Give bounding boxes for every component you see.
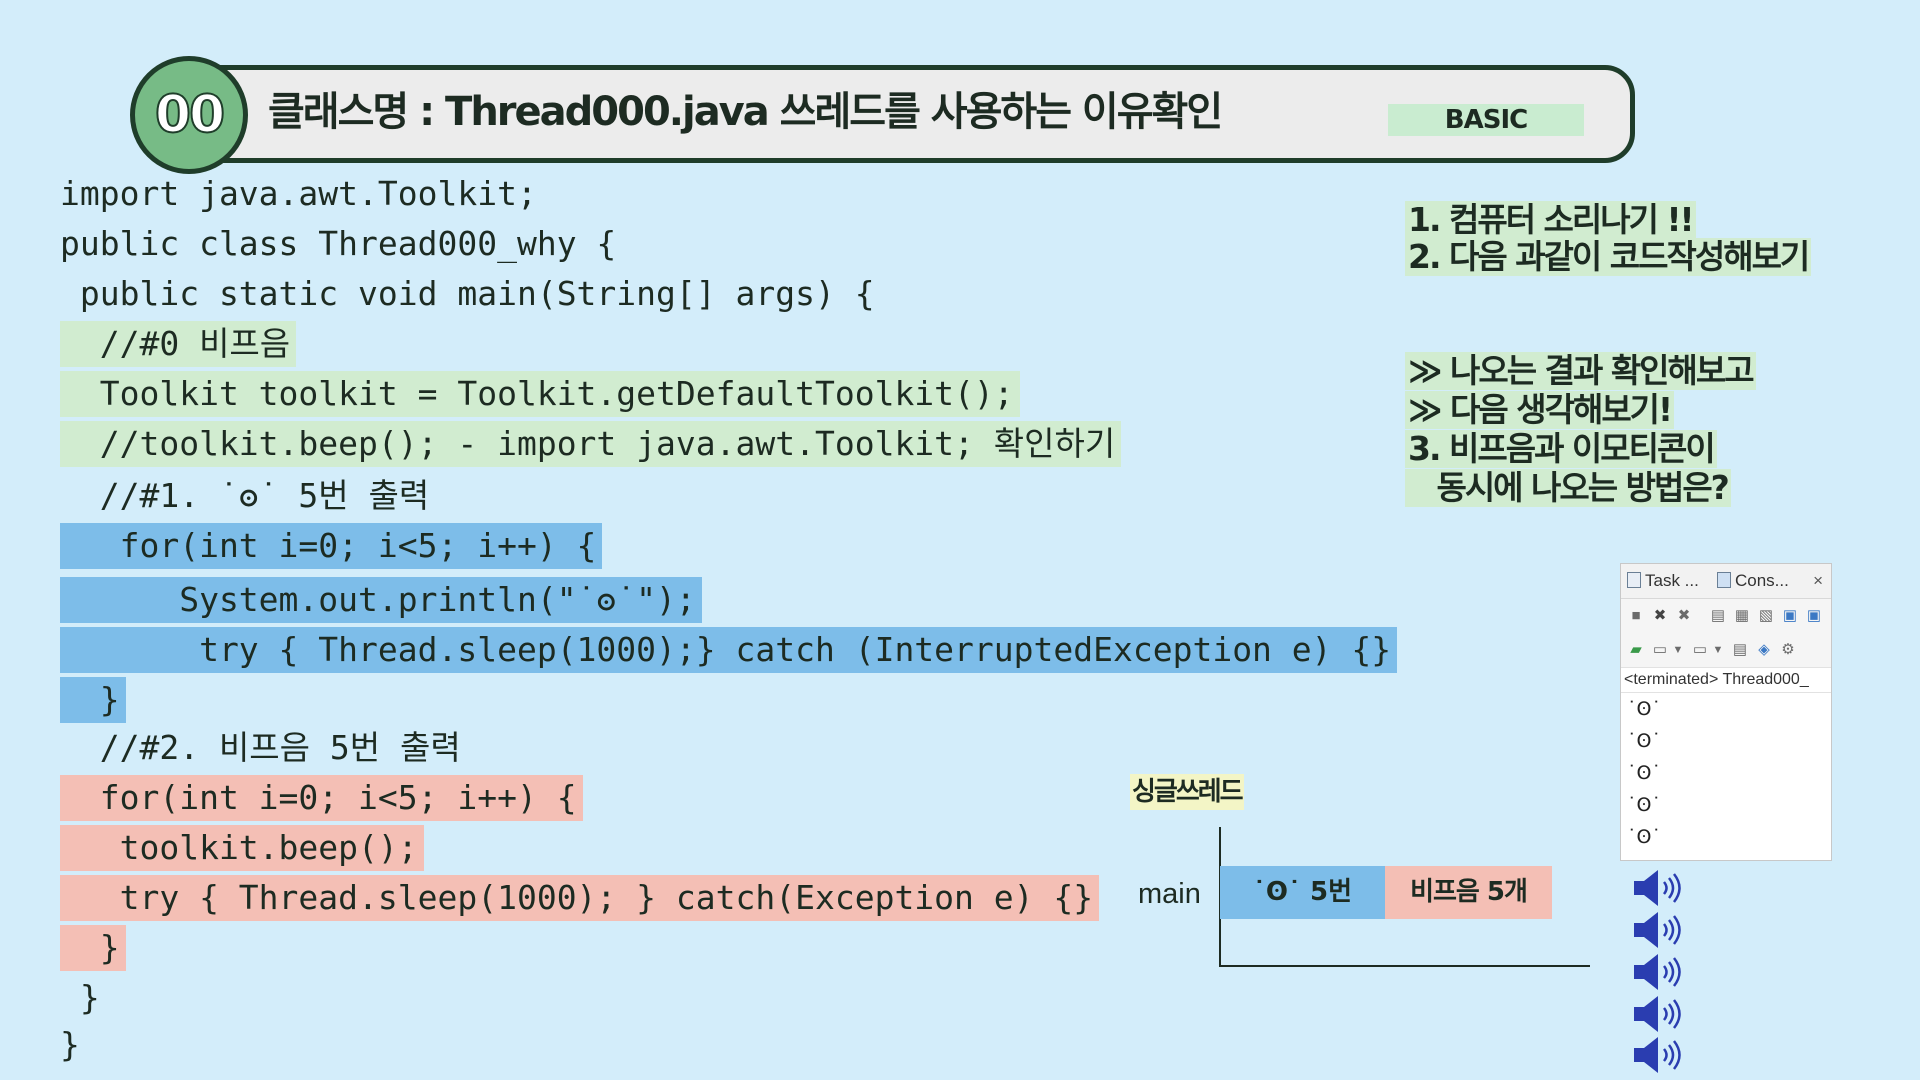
show-stderr-icon[interactable]: ◈ bbox=[1755, 641, 1773, 659]
code-line: for(int i=0; i<5; i++) { bbox=[60, 775, 583, 821]
chevron-down-icon[interactable]: ▼ bbox=[1669, 641, 1687, 659]
emoticon-segment: ˙ʘ˙ 5번 bbox=[1220, 866, 1385, 919]
task-list-icon bbox=[1627, 572, 1641, 588]
code-line: for(int i=0; i<5; i++) { bbox=[60, 523, 603, 569]
code-line: } bbox=[60, 925, 126, 971]
note-line: 동시에 나오는 방법은? bbox=[1405, 469, 1731, 507]
speaker-icon bbox=[1634, 996, 1681, 1032]
speaker-icon bbox=[1634, 1037, 1681, 1073]
code-line: public class Thread000_why { bbox=[60, 224, 617, 263]
display-selected-icon[interactable]: ▭ bbox=[1651, 641, 1669, 659]
page-title: 클래스명 : Thread000.java 쓰레드를 사용하는 이유확인 bbox=[268, 89, 1223, 135]
code-line: System.out.println("˙ʘ˙"); bbox=[60, 577, 702, 623]
code-line: Toolkit toolkit = Toolkit.getDefaultTool… bbox=[60, 371, 1020, 417]
speaker-icon bbox=[1634, 870, 1681, 906]
console-output-line: ˙ʘ˙ bbox=[1627, 826, 1661, 848]
console-toolbar: ■ ✖ ✖ ▤ ▦ ▧ ▣ ▣ bbox=[1621, 599, 1831, 633]
note-line: 2. 다음 과같이 코드작성해보기 bbox=[1405, 238, 1812, 276]
console-output-line: ˙ʘ˙ bbox=[1627, 762, 1661, 784]
code-line: } bbox=[60, 677, 126, 723]
note-line: ≫ 나오는 결과 확인해보고 bbox=[1405, 352, 1756, 390]
open-console-icon[interactable]: ▰ bbox=[1627, 641, 1645, 659]
code-line: try { Thread.sleep(1000);} catch (Interr… bbox=[60, 627, 1398, 673]
clear-console-icon[interactable]: ▤ bbox=[1709, 607, 1727, 625]
word-wrap-icon[interactable]: ▧ bbox=[1757, 607, 1775, 625]
diagram-title: 싱글쓰레드 bbox=[1130, 774, 1244, 810]
new-console-icon[interactable]: ▭ bbox=[1691, 641, 1709, 659]
code-line: public static void main(String[] args) { bbox=[60, 274, 875, 313]
speaker-icon bbox=[1634, 954, 1681, 990]
code-line: toolkit.beep(); bbox=[60, 825, 424, 871]
scroll-lock-icon[interactable]: ▦ bbox=[1733, 607, 1751, 625]
note-line: ≫ 다음 생각해보기! bbox=[1405, 391, 1675, 429]
display-console-icon[interactable]: ▣ bbox=[1805, 607, 1823, 625]
console-status: <terminated> Thread000_ bbox=[1621, 668, 1831, 693]
level-badge: BASIC bbox=[1388, 104, 1584, 136]
show-stdout-icon[interactable]: ▤ bbox=[1731, 641, 1749, 659]
timeline-baseline bbox=[1219, 965, 1590, 967]
note-line: 1. 컴퓨터 소리나기 !! bbox=[1405, 201, 1696, 239]
lesson-number-badge: 00 bbox=[130, 56, 248, 174]
console-output-line: ˙ʘ˙ bbox=[1627, 794, 1661, 816]
code-line: import java.awt.Toolkit; bbox=[60, 174, 537, 213]
console-tab-bar: Task ... Cons... × bbox=[1621, 564, 1831, 599]
console-toolbar-2: ▰ ▭ ▼ ▭ ▼ ▤ ◈ ⚙ bbox=[1621, 633, 1831, 668]
remove-launch-icon[interactable]: ✖ bbox=[1651, 607, 1669, 625]
thread-label: main bbox=[1138, 878, 1201, 910]
pin-console-icon[interactable]: ▣ bbox=[1781, 607, 1799, 625]
tab-task[interactable]: Task ... bbox=[1627, 570, 1699, 592]
settings-icon[interactable]: ⚙ bbox=[1779, 641, 1797, 659]
code-line: //#0 비프음 bbox=[60, 321, 297, 367]
console-icon bbox=[1717, 572, 1731, 588]
code-line: //#2. 비프음 5번 출력 bbox=[60, 728, 461, 767]
console-panel: Task ... Cons... × ■ ✖ ✖ ▤ ▦ ▧ ▣ ▣ ▰ ▭ ▼… bbox=[1620, 563, 1832, 861]
code-line: //toolkit.beep(); - import java.awt.Tool… bbox=[60, 421, 1122, 467]
code-line: } bbox=[60, 1025, 80, 1064]
console-output-line: ˙ʘ˙ bbox=[1627, 698, 1661, 720]
speaker-icon bbox=[1634, 912, 1681, 948]
remove-all-icon[interactable]: ✖ bbox=[1675, 607, 1693, 625]
tab-console[interactable]: Cons... bbox=[1717, 570, 1789, 592]
chevron-down-icon[interactable]: ▼ bbox=[1709, 641, 1727, 659]
beep-segment: 비프음 5개 bbox=[1385, 866, 1552, 919]
close-icon[interactable]: × bbox=[1813, 570, 1823, 592]
console-output-line: ˙ʘ˙ bbox=[1627, 730, 1661, 752]
code-line: //#1. ˙ʘ˙ 5번 출력 bbox=[60, 476, 430, 515]
code-line: } bbox=[60, 978, 100, 1017]
code-line: try { Thread.sleep(1000); } catch(Except… bbox=[60, 875, 1100, 921]
note-line: 3. 비프음과 이모티콘이 bbox=[1405, 430, 1717, 468]
terminate-icon[interactable]: ■ bbox=[1627, 607, 1645, 625]
